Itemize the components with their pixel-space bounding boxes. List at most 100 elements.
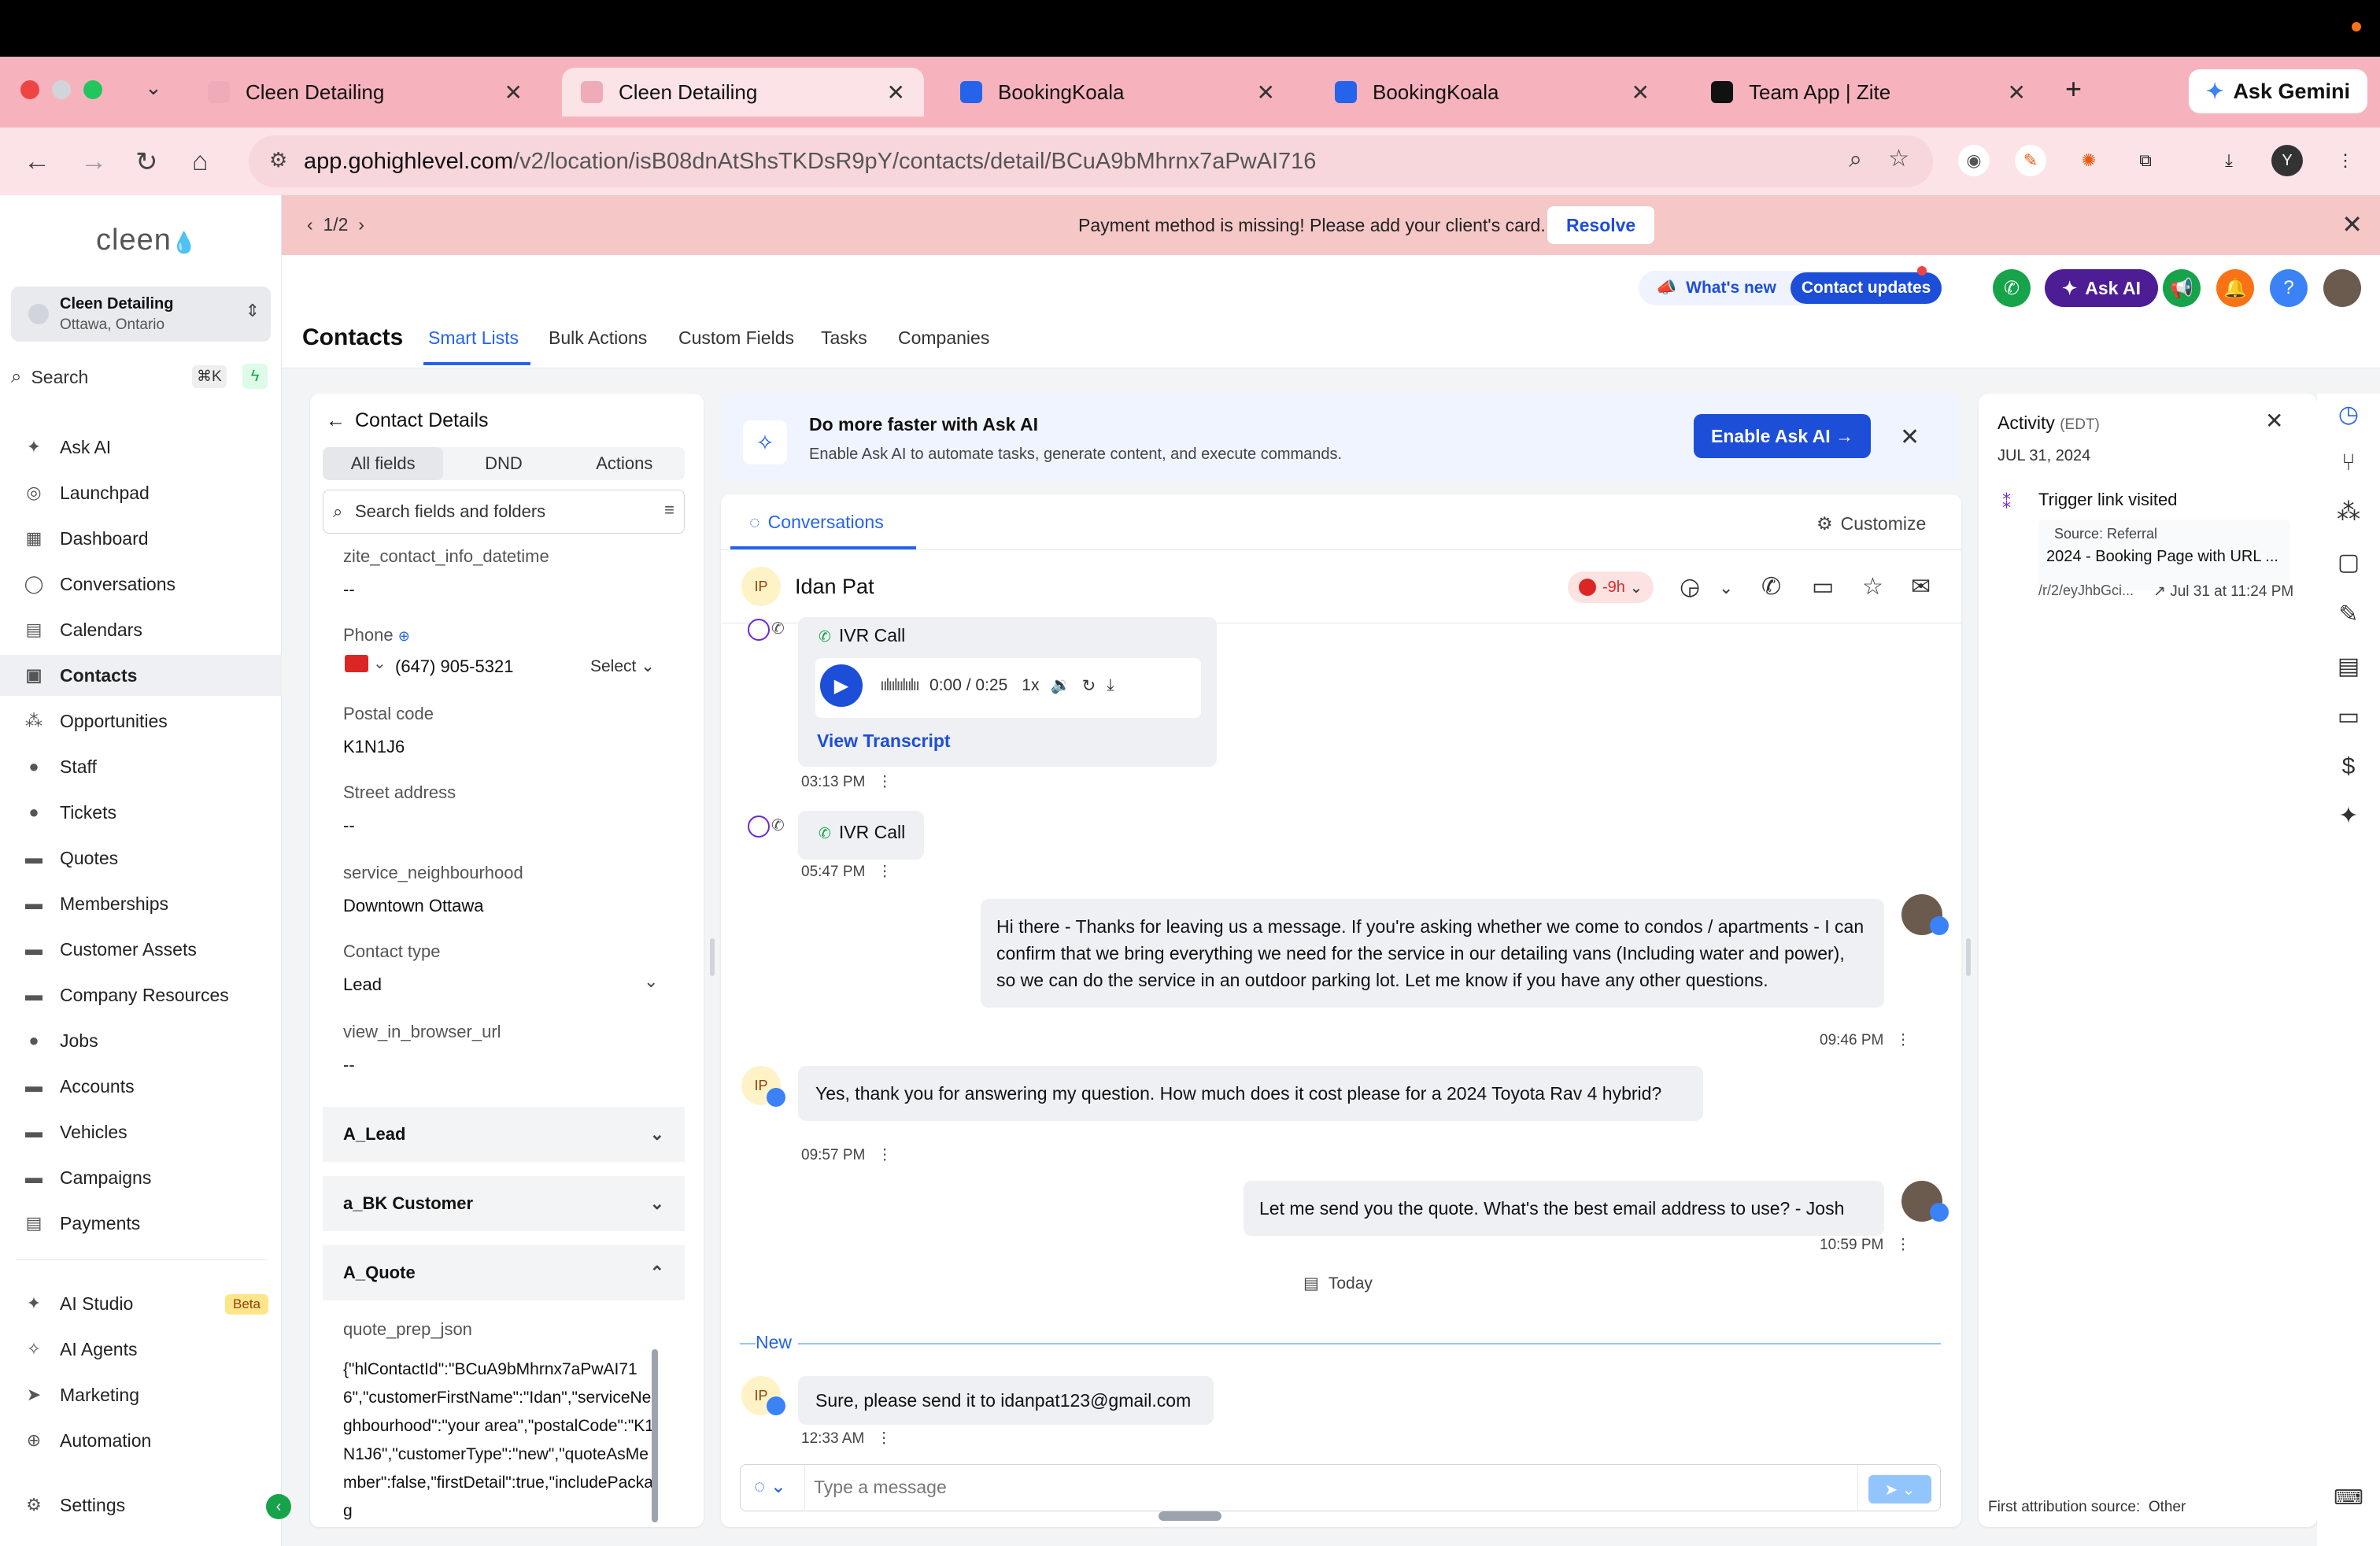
extension-brush-icon[interactable]: ✎ (2015, 145, 2046, 176)
tab-list-chevron-icon[interactable]: ⌄ (145, 76, 162, 100)
sidebar-item-opportunities[interactable]: ⁂ Opportunities (0, 701, 282, 742)
phone-value[interactable]: (647) 905-5321 (395, 656, 513, 677)
sidebar-item-payments[interactable]: ▤ Payments (0, 1203, 282, 1244)
back-arrow-icon[interactable]: ← (326, 409, 346, 431)
horizontal-scrollbar[interactable] (1159, 1511, 1221, 1521)
extensions-puzzle-icon[interactable]: ⧉ (2130, 145, 2161, 176)
site-settings-icon[interactable]: ⚙ (269, 148, 287, 172)
tab-dnd[interactable]: DND (443, 447, 564, 480)
contact-avatar[interactable]: IP (741, 567, 781, 606)
canada-flag-icon[interactable] (345, 655, 368, 672)
ask-ai-button[interactable]: ✦ Ask AI (2045, 269, 2159, 307)
textarea-scrollbar[interactable] (652, 1349, 658, 1522)
message-menu-icon[interactable]: ⋮ (1896, 1032, 1911, 1049)
mail-icon[interactable]: ✉ (1911, 573, 1931, 601)
new-tab-icon[interactable]: + (2065, 72, 2082, 105)
volume-icon[interactable]: 🔉 (1050, 676, 1070, 695)
sidebar-item-campaigns[interactable]: ▬ Campaigns (0, 1157, 282, 1198)
message-menu-icon[interactable]: ⋮ (878, 774, 893, 790)
browser-tab-3[interactable]: BookingKoala ✕ (941, 68, 1294, 117)
tab-conversations[interactable]: ◌ Conversations (749, 512, 884, 533)
browser-tab-5[interactable]: Team App | Zite ✕ (1692, 68, 2045, 117)
sidebar-item-staff[interactable]: ● Staff (0, 746, 282, 787)
download-icon[interactable]: ⤓ (1107, 676, 1114, 695)
back-arrow-icon[interactable]: ← (24, 146, 50, 177)
documents-icon[interactable]: ▭ (2334, 702, 2363, 730)
contact-updates-button[interactable]: Contact updates (1790, 272, 1942, 304)
banner-pager[interactable]: ‹ 1/2 › (307, 214, 364, 235)
sidebar-item-calendars[interactable]: ▤ Calendars (0, 609, 282, 650)
profile-avatar[interactable]: Y (2271, 145, 2303, 176)
notes-pencil-icon[interactable]: ✎ (2334, 600, 2363, 628)
chevron-down-icon[interactable]: ⌄ (1719, 578, 1733, 598)
announcement-icon[interactable]: 📢 (2163, 269, 2201, 307)
tab-close-icon[interactable]: ✕ (504, 80, 523, 105)
sidebar-item-accounts[interactable]: ▬ Accounts (0, 1066, 282, 1107)
phone-icon[interactable]: ✆ (1993, 269, 2031, 307)
field-value[interactable]: -- (343, 579, 355, 600)
browser-tab-4[interactable]: BookingKoala ✕ (1316, 68, 1669, 117)
window-zoom-button[interactable] (83, 80, 102, 99)
add-phone-icon[interactable]: ⊕ (398, 628, 410, 644)
whats-new-pill[interactable]: 📣 What's new Contact updates (1639, 271, 1942, 305)
extension-claude-icon[interactable]: ✺ (2073, 145, 2105, 176)
browser-tab-2[interactable]: Cleen Detailing ✕ (562, 68, 924, 117)
sidebar-item-automation[interactable]: ⊕ Automation (0, 1420, 282, 1461)
quote-prep-json-textarea[interactable]: {"hlContactId":"BCuA9bMhrnx7aPwAI716","c… (343, 1356, 658, 1529)
user-avatar[interactable] (2323, 269, 2361, 307)
chevron-down-icon[interactable]: ⌄ (644, 971, 658, 992)
sidebar-item-contacts[interactable]: ▣ Contacts (0, 655, 282, 696)
tab-close-icon[interactable]: ✕ (1632, 80, 1650, 105)
phone-type-select[interactable]: Select ⌄ (590, 656, 655, 676)
section-a-quote[interactable]: A_Quote ⌃ (323, 1245, 685, 1300)
tab-tasks[interactable]: Tasks (821, 327, 867, 349)
timezone-status-pill[interactable]: -9h ⌄ (1568, 571, 1654, 603)
sidebar-item-settings[interactable]: ⚙ Settings (0, 1485, 282, 1526)
quick-action-bolt-icon[interactable]: ϟ (242, 364, 268, 389)
tab-smart-lists[interactable]: Smart Lists (428, 327, 519, 349)
right-resize-handle[interactable] (1966, 938, 1971, 976)
home-icon[interactable]: ⌂ (192, 146, 209, 177)
playback-speed[interactable]: 1x (1022, 676, 1039, 695)
contact-type-select[interactable]: Lead (343, 975, 382, 995)
workflow-icon[interactable]: ⑂ (2334, 449, 2363, 477)
bookmark-star-icon[interactable]: ☆ (1888, 145, 1909, 172)
window-close-button[interactable] (20, 80, 39, 99)
send-button[interactable]: ➤ ⌄ (1868, 1475, 1931, 1503)
extension-incognito-icon[interactable]: ◉ (1958, 145, 1990, 176)
chevron-left-icon[interactable]: ‹ (307, 214, 313, 235)
activity-clock-icon[interactable]: ◷ (2334, 400, 2363, 428)
chevron-right-icon[interactable]: › (358, 214, 364, 235)
tab-custom-fields[interactable]: Custom Fields (678, 327, 794, 349)
browser-menu-icon[interactable]: ⋮ (2330, 145, 2361, 176)
reload-icon[interactable]: ↻ (135, 146, 158, 178)
sidebar-item-conversations[interactable]: ◯ Conversations (0, 564, 282, 605)
sidebar-item-quotes[interactable]: ▬ Quotes (0, 838, 282, 878)
appointments-calendar-icon[interactable]: ▤ (2334, 652, 2363, 680)
call-icon[interactable]: ✆ (1761, 573, 1781, 601)
browser-tab-1[interactable]: Cleen Detailing ✕ (189, 68, 541, 117)
enable-ask-ai-button[interactable]: Enable Ask AI → (1694, 414, 1872, 458)
help-icon[interactable]: ? (2270, 269, 2308, 307)
field-value[interactable]: Downtown Ottawa (343, 896, 484, 916)
tab-close-icon[interactable]: ✕ (2008, 80, 2026, 105)
ai-sparkle-icon[interactable]: ✦ (2334, 801, 2363, 830)
tab-bulk-actions[interactable]: Bulk Actions (549, 327, 647, 349)
field-value[interactable]: -- (343, 816, 355, 836)
close-icon[interactable]: ✕ (2265, 408, 2283, 434)
window-minimize-button[interactable] (52, 80, 71, 99)
sidebar-item-ai-agents[interactable]: ✧ AI Agents (0, 1329, 282, 1370)
tab-companies[interactable]: Companies (898, 327, 989, 349)
tab-close-icon[interactable]: ✕ (1257, 80, 1275, 105)
resolve-button[interactable]: Resolve (1547, 206, 1655, 244)
customize-button[interactable]: ⚙ Customize (1816, 513, 1926, 534)
message-input[interactable]: Type a message (814, 1477, 947, 1498)
zoom-icon[interactable]: ⌕ (1849, 146, 1862, 173)
sidebar-item-marketing[interactable]: ➤ Marketing (0, 1374, 282, 1415)
star-icon[interactable]: ☆ (1862, 573, 1883, 601)
message-menu-icon[interactable]: ⋮ (877, 1430, 892, 1447)
message-menu-icon[interactable]: ⋮ (878, 864, 893, 880)
play-icon[interactable]: ▶ (820, 664, 863, 707)
ask-gemini-button[interactable]: ✦ Ask Gemini (2188, 69, 2367, 113)
sidebar-item-tickets[interactable]: ● Tickets (0, 792, 282, 833)
